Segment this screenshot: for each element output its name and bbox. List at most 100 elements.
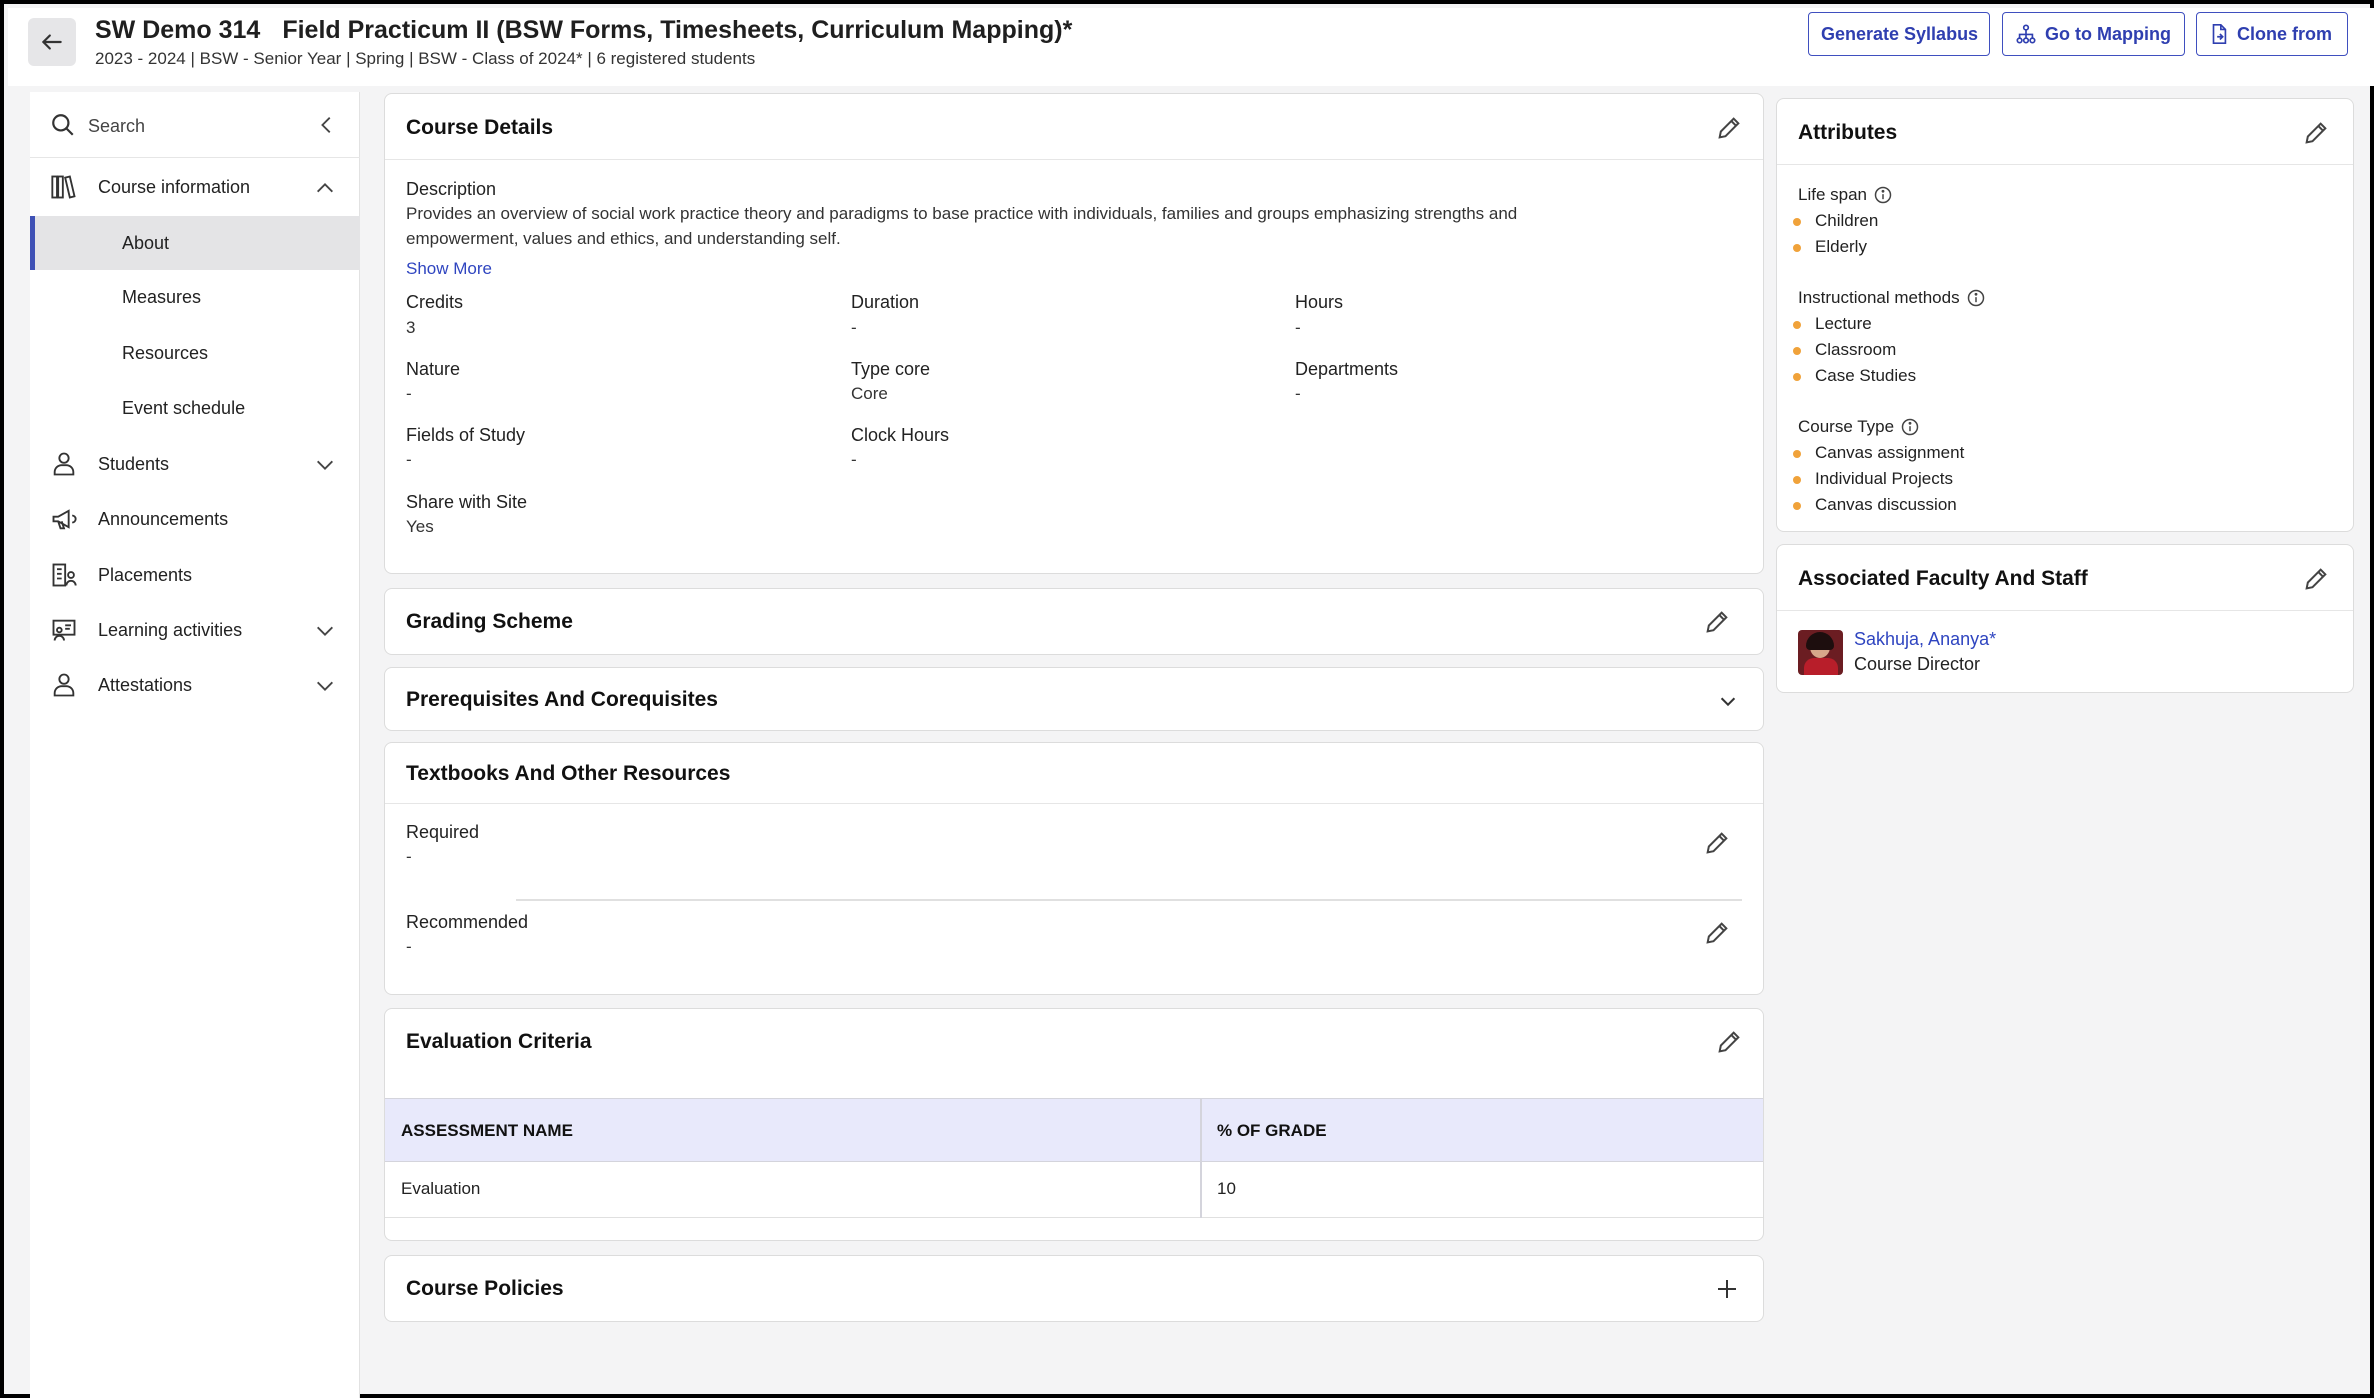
clone-from-label: Clone from <box>2237 23 2333 44</box>
sidebar-item-placements[interactable]: Placements <box>30 548 360 602</box>
table-header: ASSESSMENT NAME % OF GRADE <box>385 1098 1763 1162</box>
column-header: % OF GRADE <box>1217 1121 1327 1140</box>
app-frame: SW Demo 314 Field Practicum II (BSW Forms… <box>0 0 2374 1398</box>
go-to-mapping-button[interactable]: Go to Mapping <box>2002 12 2185 56</box>
attribute-item: Lecture <box>1793 314 1872 333</box>
card-header: Course Details <box>385 94 1763 160</box>
avatar <box>1798 630 1843 675</box>
column-divider <box>1200 1098 1202 1218</box>
info-icon[interactable] <box>1900 417 1920 437</box>
hierarchy-icon <box>2016 24 2036 44</box>
person-icon <box>53 452 75 476</box>
sidebar-item-announcements[interactable]: Announcements <box>30 492 360 546</box>
sidebar-item-label: Course information <box>98 177 251 197</box>
clock-hours-label: Clock Hours <box>851 425 950 445</box>
sidebar-subitem-label: About <box>122 233 170 253</box>
share-with-site-value: Yes <box>406 517 434 536</box>
edit-pencil-icon[interactable] <box>1715 1028 1743 1056</box>
chevron-up-icon[interactable] <box>314 177 336 199</box>
document-copy-icon <box>2212 24 2227 44</box>
sidebar-subitem-about[interactable]: About <box>30 216 360 270</box>
edit-pencil-icon[interactable] <box>1703 608 1731 636</box>
type-core-value: Core <box>851 384 888 403</box>
page-header: SW Demo 314 Field Practicum II (BSW Forms… <box>8 8 2374 86</box>
card-title: Prerequisites And Corequisites <box>406 688 718 711</box>
edit-pencil-icon[interactable] <box>1703 919 1731 947</box>
duration-label: Duration <box>851 292 920 312</box>
faculty-name-link[interactable]: Sakhuja, Ananya* <box>1854 629 1996 650</box>
required-label: Required <box>406 822 480 842</box>
sidebar-subitem-label: Measures <box>122 287 202 307</box>
attribute-group-label: Instructional methods <box>1798 288 1986 308</box>
books-icon <box>51 175 76 199</box>
card-title: Associated Faculty And Staff <box>1798 567 2088 590</box>
search-input[interactable]: Search <box>88 116 145 137</box>
card-title: Course Policies <box>406 1277 564 1300</box>
sidebar: Search Course information About Measures… <box>30 92 360 1398</box>
description-text-line2: empowerment, values and ethics, and unde… <box>406 229 841 248</box>
edit-pencil-icon[interactable] <box>2302 565 2330 593</box>
attributes-card: Attributes Life span Children Elderly In… <box>1776 98 2354 532</box>
generate-syllabus-button[interactable]: Generate Syllabus <box>1808 12 1990 56</box>
sidebar-search[interactable]: Search <box>30 92 360 158</box>
attribute-item: Elderly <box>1793 237 1867 256</box>
info-icon[interactable] <box>1873 185 1893 205</box>
presentation-icon <box>52 619 76 641</box>
faculty-role: Course Director <box>1854 654 1981 674</box>
prerequisites-card[interactable]: Prerequisites And Corequisites <box>384 667 1764 731</box>
course-title: Field Practicum II (BSW Forms, Timesheet… <box>282 16 1073 44</box>
sidebar-item-students[interactable]: Students <box>30 437 360 491</box>
sidebar-subitem-measures[interactable]: Measures <box>30 270 360 324</box>
sidebar-item-label: Learning activities <box>98 620 243 640</box>
card-header: Attributes <box>1777 99 2353 165</box>
edit-pencil-icon[interactable] <box>1715 114 1743 142</box>
card-title: Course Details <box>406 116 554 139</box>
sidebar-item-learning-activities[interactable]: Learning activities <box>30 603 360 657</box>
course-code: SW Demo 314 <box>95 16 261 44</box>
departments-label: Departments <box>1295 359 1399 379</box>
sidebar-subitem-label: Event schedule <box>122 398 246 418</box>
type-core-label: Type core <box>851 359 931 379</box>
sidebar-item-label: Attestations <box>98 675 193 695</box>
edit-pencil-icon[interactable] <box>1703 829 1731 857</box>
sidebar-subitem-event-schedule[interactable]: Event schedule <box>30 381 360 435</box>
instructional-methods-label: Instructional methods <box>1798 288 1960 307</box>
recommended-value: - <box>406 937 412 956</box>
sidebar-subitem-resources[interactable]: Resources <box>30 326 360 380</box>
card-header: Associated Faculty And Staff <box>1777 545 2353 611</box>
table-row: Evaluation 10 <box>385 1162 1763 1218</box>
clone-from-button[interactable]: Clone from <box>2196 12 2348 56</box>
megaphone-icon <box>52 509 77 530</box>
description-text-line1: Provides an overview of social work prac… <box>406 204 1518 223</box>
sidebar-item-course-information[interactable]: Course information <box>30 160 360 214</box>
chevron-down-icon[interactable] <box>1717 690 1739 712</box>
required-value: - <box>406 847 412 866</box>
attribute-item: Canvas assignment <box>1792 443 1965 462</box>
life-span-label: Life span <box>1798 185 1867 204</box>
course-subtitle: 2023 - 2024 | BSW - Senior Year | Spring… <box>95 49 756 68</box>
chevron-down-icon[interactable] <box>314 454 336 476</box>
chevron-down-icon[interactable] <box>314 620 336 642</box>
evaluation-criteria-card: Evaluation Criteria ASSESSMENT NAME % OF… <box>384 1008 1764 1241</box>
back-button[interactable] <box>28 18 76 66</box>
info-icon[interactable] <box>1966 288 1986 308</box>
chevron-left-icon[interactable] <box>316 114 338 136</box>
sidebar-subitem-label: Resources <box>122 343 209 363</box>
plus-icon[interactable] <box>1715 1277 1739 1301</box>
attribute-group-label: Course Type <box>1798 417 1920 437</box>
textbooks-card: Textbooks And Other Resources Required -… <box>384 742 1764 995</box>
table-cell: 10 <box>1217 1179 1236 1198</box>
credits-value: 3 <box>406 318 416 337</box>
fields-of-study-label: Fields of Study <box>406 425 526 445</box>
edit-pencil-icon[interactable] <box>2302 119 2330 147</box>
nature-value: - <box>406 384 412 403</box>
chevron-down-icon[interactable] <box>314 675 336 697</box>
course-policies-card: Course Policies <box>384 1255 1764 1322</box>
show-more-link[interactable]: Show More <box>406 259 492 279</box>
search-icon <box>52 114 74 136</box>
sidebar-item-attestations[interactable]: Attestations <box>30 658 360 712</box>
sidebar-item-label: Announcements <box>98 509 229 529</box>
attribute-group-label: Life span <box>1798 185 1893 205</box>
hours-label: Hours <box>1295 292 1344 312</box>
attribute-item: Children <box>1792 211 1879 230</box>
